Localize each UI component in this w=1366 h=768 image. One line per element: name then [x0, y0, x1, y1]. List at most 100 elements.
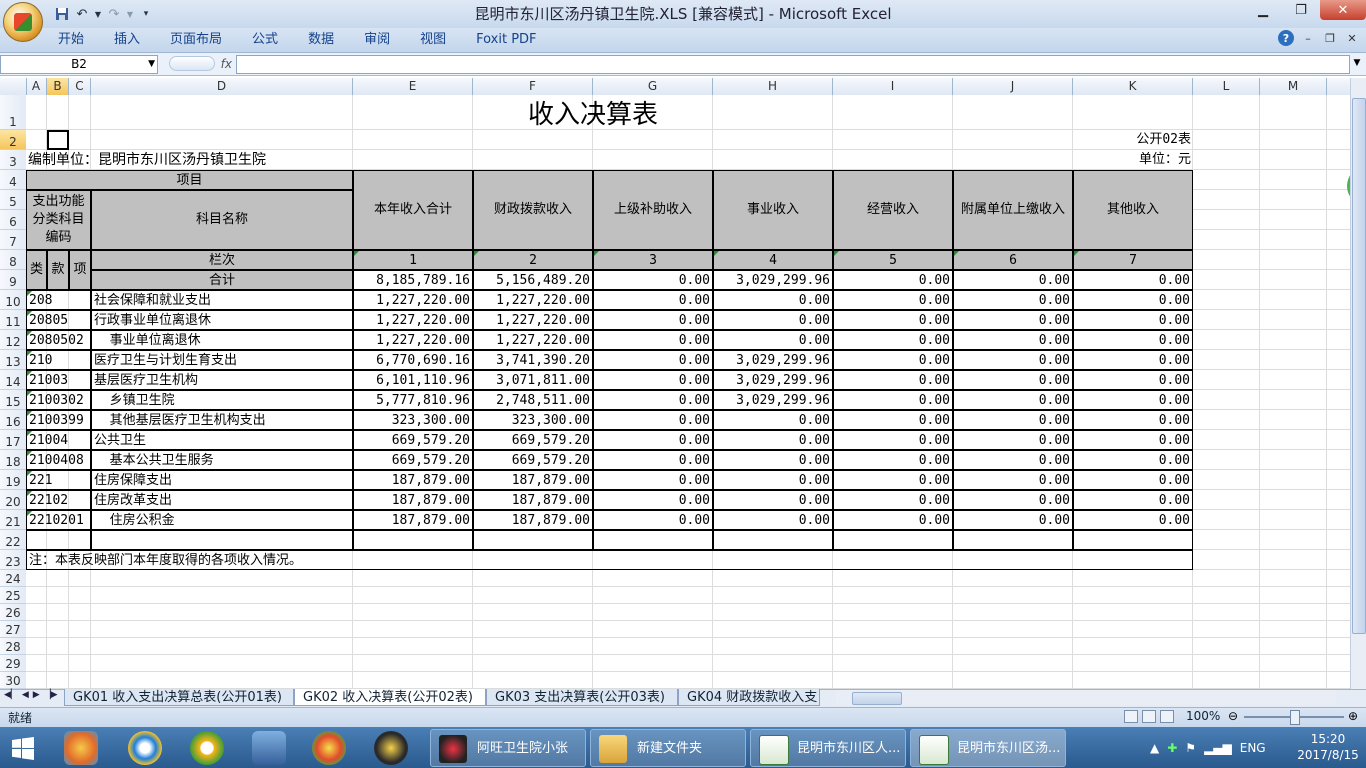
row-header-4[interactable]: 4 — [0, 170, 26, 190]
total-value-5[interactable]: 0.00 — [833, 270, 953, 290]
zoom-out-icon[interactable]: ⊖ — [1228, 709, 1238, 723]
start-button[interactable] — [6, 731, 40, 765]
select-all-corner[interactable] — [0, 78, 27, 95]
customize-qat-icon[interactable]: ▾ — [138, 6, 154, 22]
task-chat[interactable]: 阿旺卫生院小张 — [430, 729, 586, 767]
row-value[interactable]: 1,227,220.00 — [353, 290, 473, 310]
row-name[interactable]: 住房公积金 — [91, 510, 353, 530]
row-value[interactable]: 1,227,220.00 — [473, 330, 593, 350]
column-title-6[interactable]: 附属单位上缴收入 — [953, 170, 1073, 250]
page-layout-view-icon[interactable] — [1142, 710, 1156, 723]
undo-dropdown-icon[interactable]: ▼ — [94, 6, 102, 22]
row-header-27[interactable]: 27 — [0, 621, 26, 638]
network-icon[interactable]: ▂▄▆ — [1204, 741, 1232, 755]
row-code[interactable]: 2100399 — [26, 410, 91, 430]
row-value[interactable]: 0.00 — [953, 470, 1073, 490]
row-name[interactable]: 基本公共卫生服务 — [91, 450, 353, 470]
flag-icon[interactable]: ⚑ — [1185, 741, 1196, 755]
form-number[interactable]: 公开02表 — [1073, 130, 1193, 150]
column-number-4[interactable]: 4 — [713, 250, 833, 270]
task-excel-1[interactable]: 昆明市东川区人... — [750, 729, 906, 767]
row-value[interactable]: 0.00 — [1073, 450, 1193, 470]
row-code[interactable]: 2080502 — [26, 330, 91, 350]
column-header-g[interactable]: G — [593, 78, 713, 95]
tab-foxit-pdf[interactable]: Foxit PDF — [464, 28, 554, 52]
row-value[interactable]: 0.00 — [833, 470, 953, 490]
row-value[interactable]: 0.00 — [593, 450, 713, 470]
name-box-dropdown-icon[interactable]: ▼ — [148, 56, 155, 73]
row-value[interactable]: 0.00 — [953, 430, 1073, 450]
minimize-button[interactable]: ▁ — [1244, 0, 1282, 20]
empty-value-cell[interactable] — [353, 530, 473, 550]
row-value[interactable]: 0.00 — [953, 330, 1073, 350]
tab-page-layout[interactable]: 页面布局 — [158, 28, 240, 52]
row-value[interactable]: 0.00 — [1073, 350, 1193, 370]
row-value[interactable]: 0.00 — [1073, 290, 1193, 310]
row-value[interactable]: 0.00 — [833, 370, 953, 390]
row-value[interactable]: 0.00 — [713, 430, 833, 450]
row-value[interactable]: 669,579.20 — [353, 450, 473, 470]
tab-view[interactable]: 视图 — [408, 28, 464, 52]
row-value[interactable]: 669,579.20 — [353, 430, 473, 450]
column-title-3[interactable]: 上级补助收入 — [593, 170, 713, 250]
row-value[interactable]: 0.00 — [713, 290, 833, 310]
row-code[interactable]: 20805 — [26, 310, 91, 330]
row-header-16[interactable]: 16 — [0, 410, 26, 430]
column-number-3[interactable]: 3 — [593, 250, 713, 270]
row-value[interactable]: 0.00 — [593, 290, 713, 310]
row-value[interactable]: 0.00 — [1073, 470, 1193, 490]
row-value[interactable]: 0.00 — [833, 350, 953, 370]
row-value[interactable]: 1,227,220.00 — [473, 290, 593, 310]
row-code[interactable]: 221 — [26, 470, 91, 490]
row-value[interactable]: 1,227,220.00 — [353, 310, 473, 330]
row-header-26[interactable]: 26 — [0, 604, 26, 621]
header-total-label[interactable]: 合计 — [91, 270, 353, 290]
tab-data[interactable]: 数据 — [296, 28, 352, 52]
total-value-7[interactable]: 0.00 — [1073, 270, 1193, 290]
row-value[interactable]: 0.00 — [953, 510, 1073, 530]
column-header-l[interactable]: L — [1193, 78, 1260, 95]
formula-input[interactable] — [236, 55, 1350, 74]
row-value[interactable]: 0.00 — [953, 350, 1073, 370]
unit-label[interactable]: 单位：元 — [1073, 150, 1193, 170]
row-code[interactable]: 2210201 — [26, 510, 91, 530]
row-value[interactable]: 0.00 — [713, 470, 833, 490]
row-value[interactable]: 0.00 — [713, 510, 833, 530]
insert-function-icon[interactable]: fx — [221, 57, 232, 71]
zoom-level[interactable]: 100% — [1186, 709, 1220, 723]
row-name[interactable]: 社会保障和就业支出 — [91, 290, 353, 310]
workbook-close-button[interactable]: ✕ — [1344, 30, 1360, 46]
row-header-17[interactable]: 17 — [0, 430, 26, 450]
row-value[interactable]: 0.00 — [953, 290, 1073, 310]
tab-formulas[interactable]: 公式 — [240, 28, 296, 52]
row-header-8[interactable]: 8 — [0, 250, 26, 270]
empty-value-cell[interactable] — [1073, 530, 1193, 550]
total-value-4[interactable]: 3,029,299.96 — [713, 270, 833, 290]
row-header-5[interactable]: 5 — [0, 190, 26, 210]
column-title-5[interactable]: 经营收入 — [833, 170, 953, 250]
column-header-i[interactable]: I — [833, 78, 953, 95]
row-name[interactable]: 乡镇卫生院 — [91, 390, 353, 410]
row-header-30[interactable]: 30 — [0, 672, 26, 689]
column-number-2[interactable]: 2 — [473, 250, 593, 270]
row-name[interactable]: 行政事业单位离退休 — [91, 310, 353, 330]
row-header-12[interactable]: 12 — [0, 330, 26, 350]
row-header-9[interactable]: 9 — [0, 270, 26, 290]
row-name[interactable]: 医疗卫生与计划生育支出 — [91, 350, 353, 370]
header-lei[interactable]: 类 — [26, 250, 47, 290]
row-value[interactable]: 1,227,220.00 — [353, 330, 473, 350]
save-icon[interactable] — [54, 6, 70, 22]
row-header-13[interactable]: 13 — [0, 350, 26, 370]
column-header-f[interactable]: F — [473, 78, 593, 95]
workbook-minimize-button[interactable]: – — [1300, 30, 1316, 46]
row-value[interactable]: 2,748,511.00 — [473, 390, 593, 410]
row-header-15[interactable]: 15 — [0, 390, 26, 410]
row-name[interactable]: 事业单位离退休 — [91, 330, 353, 350]
row-value[interactable]: 669,579.20 — [473, 430, 593, 450]
row-value[interactable]: 0.00 — [593, 350, 713, 370]
row-header-7[interactable]: 7 — [0, 230, 26, 250]
row-value[interactable]: 0.00 — [833, 450, 953, 470]
column-header-c[interactable]: C — [69, 78, 91, 95]
row-value[interactable]: 0.00 — [953, 370, 1073, 390]
row-value[interactable]: 0.00 — [713, 330, 833, 350]
